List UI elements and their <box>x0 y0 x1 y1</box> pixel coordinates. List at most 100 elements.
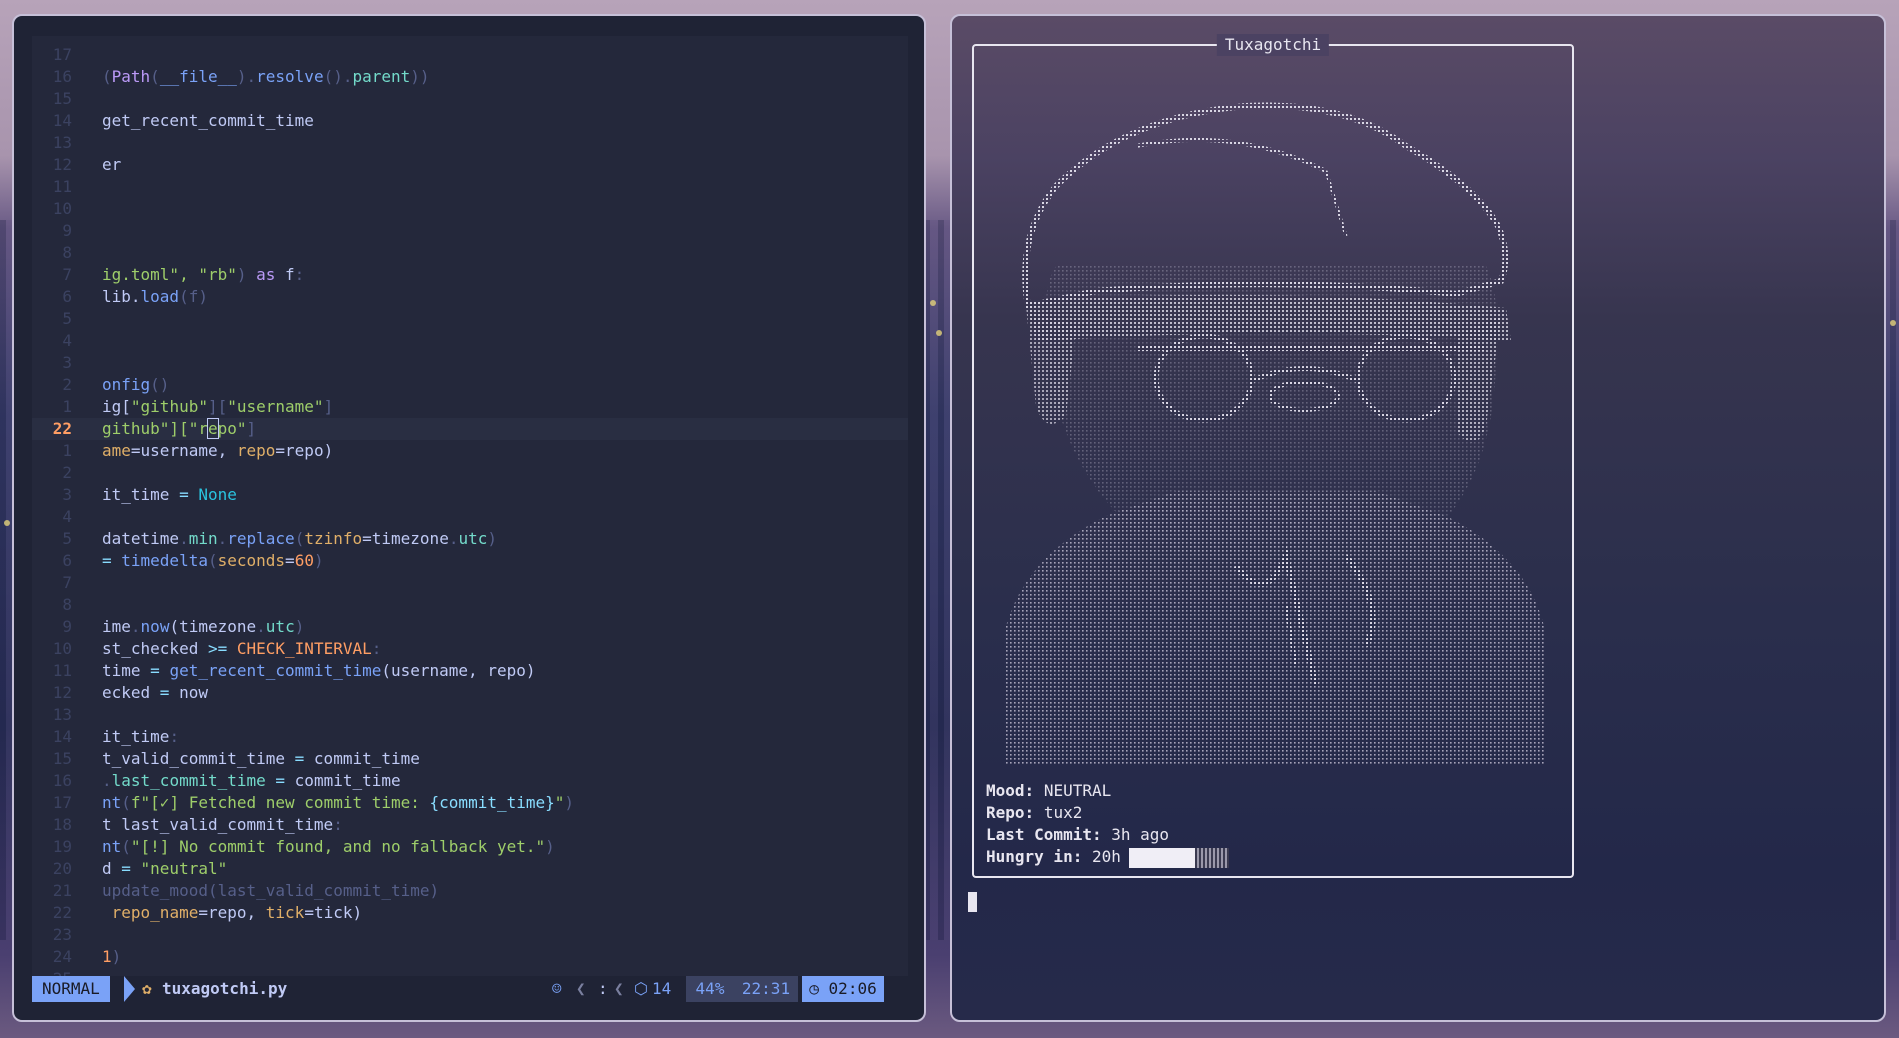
code-line[interactable]: 15 t_valid_commit_time = commit_time <box>32 748 908 770</box>
code-line[interactable]: 4 <box>32 330 908 352</box>
code-line[interactable]: 19 nt("[!] No commit found, and no fallba… <box>32 836 908 858</box>
code-line[interactable]: 11 time = get_recent_commit_time(username… <box>32 660 908 682</box>
file-name: tuxagotchi.py <box>162 979 288 998</box>
code-token: parent <box>352 67 411 86</box>
code-line[interactable]: 2 <box>32 462 908 484</box>
line-source: t_valid_commit_time = commit_time <box>102 748 420 770</box>
code-line[interactable]: 7 ig.toml", "rb") as f: <box>32 264 908 286</box>
code-line[interactable]: 7 <box>32 572 908 594</box>
code-token: = <box>179 485 199 504</box>
code-token: {commit_time} <box>429 793 555 812</box>
code-line[interactable]: 6 lib.load(f) <box>32 286 908 308</box>
code-token: ecked <box>102 683 160 702</box>
code-line[interactable]: 6 = timedelta(seconds=60) <box>32 550 908 572</box>
code-line[interactable]: 9 <box>32 220 908 242</box>
code-line[interactable]: 3 <box>32 352 908 374</box>
code-line[interactable]: 3 it_time = None <box>32 484 908 506</box>
code-token: ] <box>246 419 257 438</box>
code-token: utc <box>265 617 295 636</box>
code-line[interactable]: 13 <box>32 132 908 154</box>
code-token: resolve <box>256 67 324 86</box>
last-commit-label: Last Commit: <box>986 825 1102 844</box>
code-token: (). <box>323 67 353 86</box>
code-token: : <box>169 727 180 746</box>
code-line[interactable]: 12 er <box>32 154 908 176</box>
code-line[interactable]: 8 <box>32 242 908 264</box>
code-line[interactable]: 18 t last_valid_commit_time: <box>32 814 908 836</box>
code-line[interactable]: 2 onfig() <box>32 374 908 396</box>
line-source: time = get_recent_commit_time(username, … <box>102 660 535 682</box>
code-line-current[interactable]: 22 github"]["repo"] <box>32 418 908 440</box>
code-line[interactable]: 8 <box>32 594 908 616</box>
python-icon: ✿ <box>142 979 152 998</box>
code-token: as <box>256 265 276 284</box>
line-number: 12 <box>52 683 72 702</box>
wallpaper-speck <box>936 330 942 336</box>
code-token: ] <box>323 397 334 416</box>
code-line[interactable]: 10 st_checked >= CHECK_INTERVAL: <box>32 638 908 660</box>
line-number: 1 <box>62 441 72 460</box>
code-line[interactable]: 21 update_mood(last_valid_commit_time) <box>32 880 908 902</box>
scroll-percent: 44% <box>686 976 734 1002</box>
code-token: = <box>285 551 295 570</box>
code-token: CHECK_INTERVAL <box>236 639 372 658</box>
code-token: )) <box>410 67 430 86</box>
code-token: () <box>150 375 170 394</box>
code-line[interactable]: 17 nt(f"[✓] Fetched new commit time: {com… <box>32 792 908 814</box>
code-line[interactable]: 13 <box>32 704 908 726</box>
line-number: 2 <box>62 375 72 394</box>
terminal-window[interactable]: Tuxagotchi Mood: NEUTRAL Repo: tux2 Last… <box>950 14 1886 1022</box>
code-token: datetime <box>102 529 180 548</box>
line-number: 16 <box>52 67 72 86</box>
editor-window[interactable]: 17 16 (Path(__file__).resolve().parent)) 15… <box>12 14 926 1022</box>
code-line[interactable]: 14 it_time: <box>32 726 908 748</box>
code-line[interactable]: 1 ig["github"]["username"] <box>32 396 908 418</box>
code-area[interactable]: 17 16 (Path(__file__).resolve().parent)) 15… <box>32 36 908 988</box>
code-token: update_mood(last_valid_commit_time) <box>102 881 440 900</box>
code-token: tzinfo <box>304 529 363 548</box>
code-token: st_checked <box>102 639 208 658</box>
tux-stats: Mood: NEUTRAL Repo: tux2 Last Commit: 3h… <box>986 780 1229 868</box>
code-line[interactable]: 16 .last_commit_time = commit_time <box>32 770 908 792</box>
line-number: 20 <box>52 859 72 878</box>
code-line[interactable]: 22 repo_name=repo, tick=tick) <box>32 902 908 924</box>
line-source: lib.load(f) <box>102 286 208 308</box>
code-token: now <box>179 683 208 702</box>
code-token: =timezone <box>362 529 449 548</box>
mood-row: Mood: NEUTRAL <box>986 780 1229 802</box>
line-source: d = "neutral" <box>102 858 227 880</box>
code-line[interactable]: 20 d = "neutral" <box>32 858 908 880</box>
code-line[interactable]: 11 <box>32 176 908 198</box>
line-number: 11 <box>52 177 72 196</box>
code-token: =username, <box>130 441 237 460</box>
code-line[interactable]: 23 <box>32 924 908 946</box>
line-number: 8 <box>62 243 72 262</box>
code-line[interactable]: 4 <box>32 506 908 528</box>
code-token: e <box>207 418 219 439</box>
code-line[interactable]: 12 ecked = now <box>32 682 908 704</box>
code-line[interactable]: 14 get_recent_commit_time <box>32 110 908 132</box>
code-line[interactable]: 15 <box>32 88 908 110</box>
code-token: ( <box>150 67 160 86</box>
code-line[interactable]: 1 ame=username, repo=repo) <box>32 440 908 462</box>
code-token: ) <box>111 947 122 966</box>
code-token: load <box>140 287 180 306</box>
line-number: 12 <box>52 155 72 174</box>
clock-icon: ◷ <box>809 979 829 998</box>
code-token: ig[ <box>102 397 131 416</box>
chevron-left-icon: ❮ <box>576 979 586 998</box>
code-line[interactable]: 17 <box>32 44 908 66</box>
code-line[interactable]: 10 <box>32 198 908 220</box>
code-line[interactable]: 24 1) <box>32 946 908 968</box>
code-token: ( <box>294 529 305 548</box>
code-line[interactable]: 5 datetime.min.replace(tzinfo=timezone.ut… <box>32 528 908 550</box>
code-line[interactable]: 16 (Path(__file__).resolve().parent)) <box>32 66 908 88</box>
code-token: tick <box>265 903 305 922</box>
line-number: 15 <box>52 89 72 108</box>
line-number: 5 <box>62 309 72 328</box>
code-line[interactable]: 9 ime.now(timezone.utc) <box>32 616 908 638</box>
code-token: ) <box>545 837 555 856</box>
repo-row: Repo: tux2 <box>986 802 1229 824</box>
editor-pane[interactable]: 17 16 (Path(__file__).resolve().parent)) 15… <box>32 36 908 1002</box>
code-line[interactable]: 5 <box>32 308 908 330</box>
